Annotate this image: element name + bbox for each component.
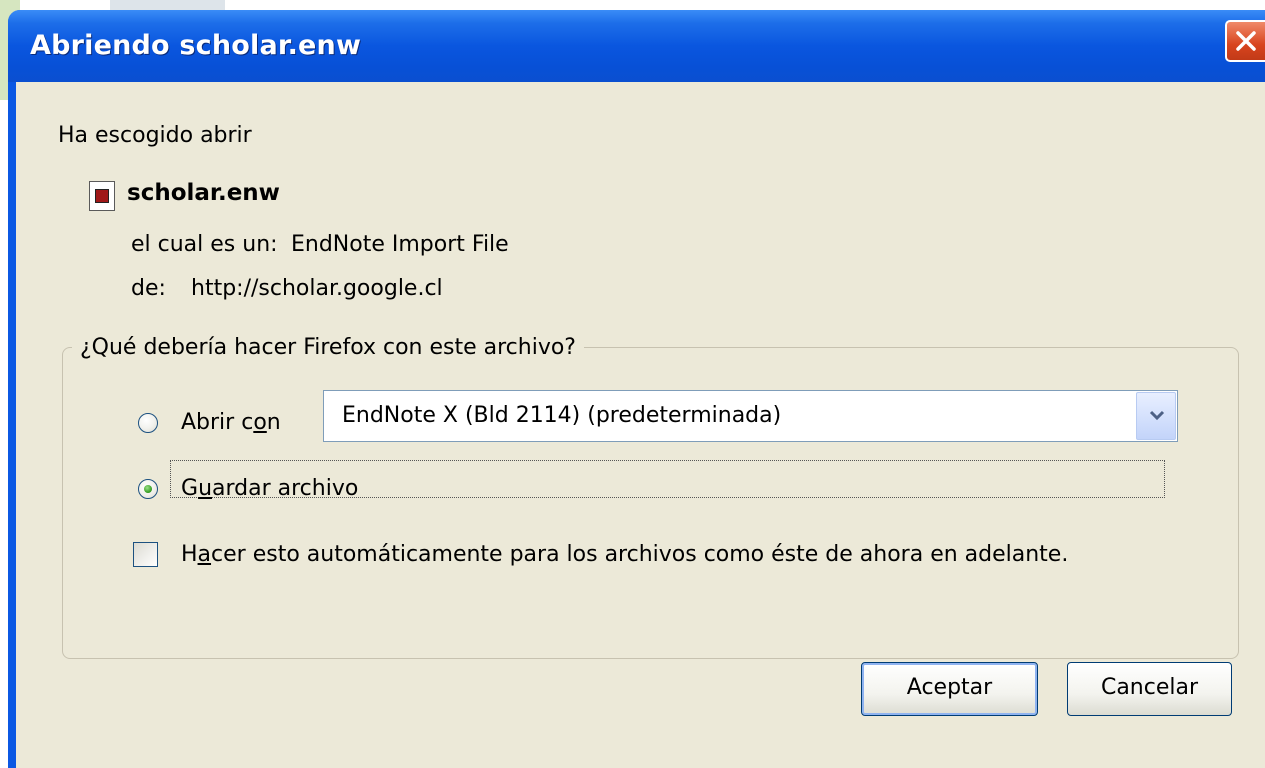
file-name: scholar.enw <box>127 180 280 206</box>
dropdown-button[interactable] <box>1136 392 1176 440</box>
application-select[interactable]: EndNote X (Bld 2114) (predeterminada) <box>323 390 1178 442</box>
window-title: Abriendo scholar.enw <box>30 30 362 61</box>
dialog-body: Ha escogido abrir scholar.enw el cual es… <box>16 82 1265 768</box>
auto-action-label[interactable]: Hacer esto automáticamente para los arch… <box>181 542 1068 567</box>
auto-action-checkbox[interactable] <box>133 542 158 567</box>
file-type-label: el cual es un: <box>131 232 278 257</box>
open-with-radio[interactable] <box>138 413 158 433</box>
dialog-window: Abriendo scholar.enw Ha escogido abrir s… <box>8 10 1265 768</box>
file-icon <box>89 181 115 211</box>
file-type-value: EndNote Import File <box>291 232 509 257</box>
file-source-value: http://scholar.google.cl <box>191 276 443 301</box>
application-select-value: EndNote X (Bld 2114) (predeterminada) <box>342 403 782 428</box>
close-button[interactable] <box>1225 20 1265 62</box>
open-with-label[interactable]: Abrir con <box>181 410 281 435</box>
save-file-radio[interactable] <box>138 479 158 499</box>
title-bar[interactable]: Abriendo scholar.enw <box>8 10 1265 82</box>
close-icon <box>1236 31 1256 51</box>
file-source-label: de: <box>131 276 166 301</box>
cancel-button[interactable]: Cancelar <box>1067 662 1232 716</box>
intro-text: Ha escogido abrir <box>58 123 252 148</box>
chevron-down-icon <box>1149 410 1165 421</box>
save-file-label[interactable]: Guardar archivo <box>181 476 358 501</box>
accept-button[interactable]: Aceptar <box>861 662 1038 716</box>
action-group-legend: ¿Qué debería hacer Firefox con este arch… <box>72 335 584 360</box>
